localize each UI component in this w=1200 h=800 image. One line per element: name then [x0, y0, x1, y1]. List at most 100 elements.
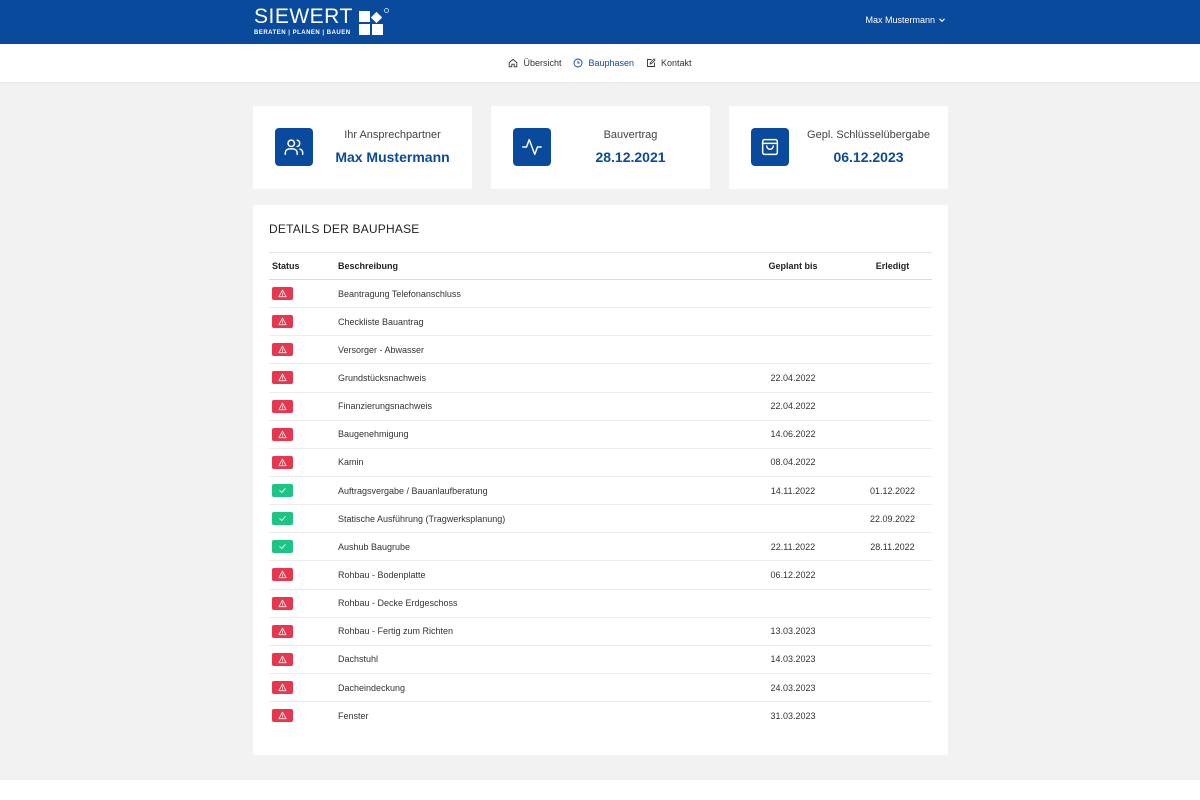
description-cell: Aushub Baugrube	[338, 532, 733, 562]
status-cell	[269, 532, 338, 562]
column-header-done: Erledigt	[853, 252, 932, 280]
planned-cell: 06.12.2022	[733, 560, 853, 590]
warning-icon	[278, 458, 287, 467]
planned-cell	[733, 335, 853, 365]
done-cell: 28.11.2022	[853, 532, 932, 562]
planned-cell	[733, 504, 853, 534]
status-cell	[269, 476, 338, 506]
table-row: Auftragsvergabe / Bauanlaufberatung 14.11…	[269, 476, 932, 506]
status-cell	[269, 589, 338, 618]
brand-logo[interactable]: SIEWERT BERATEN | PLANEN | BAUEN	[254, 6, 389, 38]
logo-mark-icon	[358, 8, 389, 35]
status-cell	[269, 392, 338, 421]
chevron-down-icon	[939, 18, 945, 23]
description-cell: Dacheindeckung	[338, 673, 733, 703]
description-cell: Beantragung Telefonanschluss	[338, 279, 733, 309]
status-cell	[269, 363, 338, 393]
status-warning-badge	[272, 709, 293, 723]
description-cell: Grundstücksnachweis	[338, 363, 733, 393]
done-cell: 01.12.2022	[853, 476, 932, 506]
table-row: Baugenehmigung 14.06.2022	[269, 420, 932, 449]
planned-cell	[733, 279, 853, 309]
warning-icon	[278, 570, 287, 579]
status-warning-badge	[272, 568, 293, 582]
card-value: Max Mustermann	[335, 149, 450, 165]
nav-item-bauphasen[interactable]: Bauphasen	[573, 58, 634, 68]
card-value: 06.12.2023	[833, 149, 904, 165]
warning-icon	[278, 402, 287, 411]
nav-item-kontakt[interactable]: Kontakt	[646, 58, 692, 68]
user-name: Max Mustermann	[865, 15, 935, 25]
user-menu[interactable]: Max Mustermann	[865, 15, 946, 25]
warning-icon	[278, 655, 287, 664]
clock-icon	[574, 58, 583, 68]
construction-phase-details: DETAILS DER BAUPHASE Status Beschreibung…	[253, 205, 948, 755]
nav-item-uebersicht[interactable]: Übersicht	[508, 58, 561, 68]
status-warning-badge	[272, 455, 293, 469]
done-cell	[853, 335, 932, 365]
table-row: Rohbau - Decke Erdgeschoss	[269, 589, 932, 618]
done-cell	[853, 645, 932, 674]
card-value: 28.12.2021	[595, 149, 666, 165]
logo-text: SIEWERT BERATEN | PLANEN | BAUEN	[254, 6, 353, 37]
done-cell	[853, 560, 932, 590]
nav-label: Übersicht	[523, 58, 562, 68]
status-warning-badge	[272, 287, 293, 301]
planned-cell: 08.04.2022	[733, 448, 853, 477]
status-cell	[269, 673, 338, 703]
table-row: Statische Ausführung (Tragwerksplanung) 2…	[269, 504, 932, 534]
main-nav: Übersicht Bauphasen Kontakt	[0, 44, 1200, 82]
column-header-description: Beschreibung	[338, 252, 733, 280]
planned-cell	[733, 307, 853, 337]
warning-icon	[278, 599, 287, 608]
home-icon	[509, 58, 518, 68]
description-cell: Dachstuhl	[338, 645, 733, 674]
done-cell	[853, 702, 932, 730]
planned-cell: 13.03.2023	[733, 617, 853, 646]
nav-label: Kontakt	[661, 58, 692, 68]
status-warning-badge	[272, 343, 293, 357]
footer	[0, 780, 1200, 800]
planned-cell: 22.04.2022	[733, 363, 853, 393]
status-cell	[269, 504, 338, 534]
card-label: Ihr Ansprechpartner	[344, 129, 441, 141]
done-cell	[853, 307, 932, 337]
card-label: Bauvertrag	[603, 129, 658, 141]
done-cell	[853, 448, 932, 477]
warning-icon	[278, 373, 287, 382]
users-icon	[275, 128, 313, 166]
details-title: DETAILS DER BAUPHASE	[269, 222, 420, 236]
description-cell: Rohbau - Decke Erdgeschoss	[338, 589, 733, 618]
status-warning-badge	[272, 681, 293, 695]
status-cell	[269, 420, 338, 449]
status-warning-badge	[272, 624, 293, 638]
table-row: Dacheindeckung 24.03.2023	[269, 673, 932, 703]
table-row: Kamin 08.04.2022	[269, 448, 932, 477]
status-warning-badge	[272, 596, 293, 610]
warning-icon	[278, 711, 287, 720]
status-cell	[269, 335, 338, 365]
planned-cell: 22.04.2022	[733, 392, 853, 421]
done-cell: 22.09.2022	[853, 504, 932, 534]
done-cell	[853, 363, 932, 393]
status-warning-badge	[272, 652, 293, 666]
table-row: Aushub Baugrube 22.11.2022 28.11.2022	[269, 532, 932, 562]
status-done-badge	[272, 540, 293, 554]
planned-cell: 22.11.2022	[733, 532, 853, 562]
logo-word: SIEWERT	[254, 5, 353, 28]
status-cell	[269, 279, 338, 309]
warning-icon	[278, 627, 287, 636]
done-cell	[853, 279, 932, 309]
card-label: Gepl. Schlüsselübergabe	[807, 129, 930, 141]
status-warning-badge	[272, 427, 293, 441]
status-cell	[269, 448, 338, 477]
planned-cell: 31.03.2023	[770, 710, 816, 721]
table-row: Versorger - Abwasser	[269, 335, 932, 365]
checkmark-icon	[278, 486, 287, 495]
done-cell	[853, 420, 932, 449]
checkmark-icon	[278, 542, 287, 551]
description-cell: Fenster	[338, 710, 369, 721]
table-row: Finanzierungsnachweis 22.04.2022	[269, 392, 932, 421]
planned-cell	[733, 589, 853, 618]
status-cell	[269, 702, 338, 730]
